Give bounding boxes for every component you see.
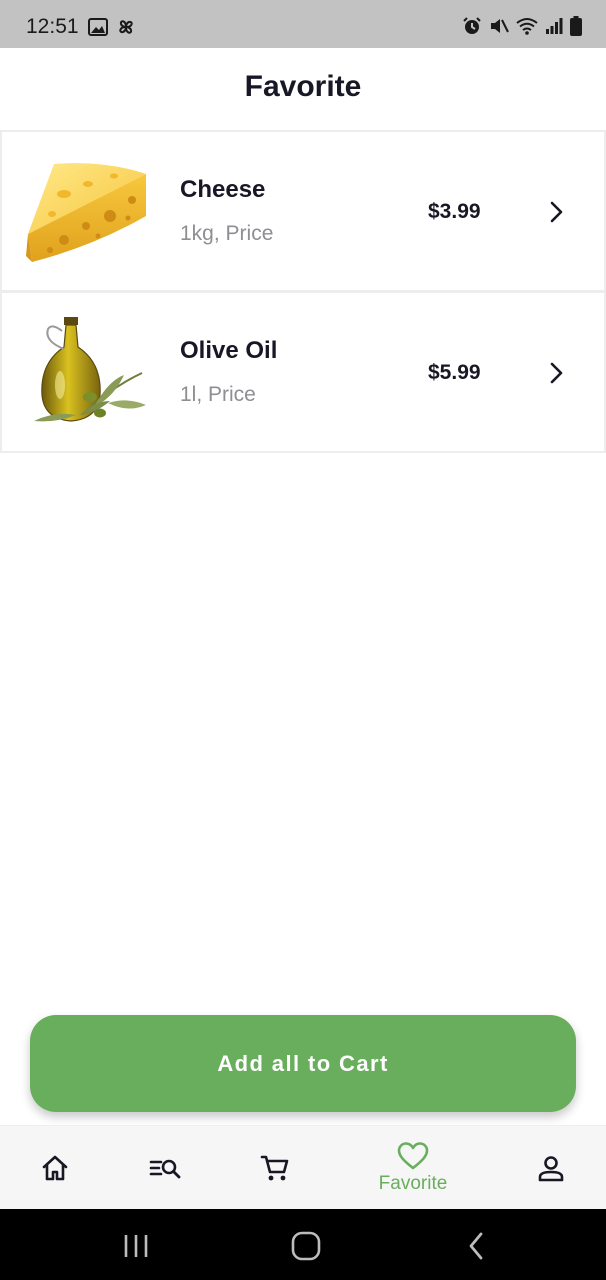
- item-name: Cheese: [180, 176, 266, 203]
- cheese-image: [26, 163, 146, 262]
- home-circle-icon[interactable]: [290, 1230, 322, 1262]
- nav-item-account[interactable]: [526, 1126, 576, 1210]
- image-icon: [88, 18, 108, 36]
- back-icon[interactable]: [464, 1231, 488, 1261]
- item-detail: 1l, Price: [180, 383, 256, 406]
- nav-item-cart[interactable]: [250, 1126, 300, 1210]
- battery-icon: [570, 16, 582, 36]
- nav-item-home[interactable]: [30, 1126, 80, 1210]
- page-title: Favorite: [244, 70, 362, 103]
- bottom-nav: Favorite: [0, 1125, 606, 1209]
- status-time: 12:51: [26, 15, 79, 38]
- heart-icon: [397, 1142, 429, 1170]
- favorite-item-olive-oil[interactable]: Olive Oil 1l, Price $5.99: [0, 291, 606, 453]
- pinwheel-icon: [119, 20, 133, 34]
- search-list-icon: [149, 1159, 181, 1179]
- item-price: $5.99: [428, 361, 481, 384]
- favorites-list: Cheese 1kg, Price $3.99 Olive Oil 1l, Pr…: [0, 130, 606, 453]
- home-icon: [42, 1155, 68, 1181]
- alarm-icon: [463, 17, 481, 34]
- account-icon: [538, 1156, 564, 1182]
- olive-oil-image: [34, 317, 146, 422]
- item-price: $3.99: [428, 200, 481, 223]
- item-name: Olive Oil: [180, 337, 278, 364]
- nav-item-favorite[interactable]: Favorite: [362, 1126, 464, 1210]
- cart-icon: [260, 1155, 289, 1181]
- item-detail: 1kg, Price: [180, 222, 274, 245]
- android-nav-bar: [0, 1209, 606, 1280]
- wifi-icon: [516, 18, 538, 35]
- status-right-icons: [462, 16, 582, 36]
- nav-label-favorite: Favorite: [378, 1173, 448, 1194]
- add-all-to-cart-label: Add all to Cart: [217, 1051, 389, 1076]
- chevron-right-icon[interactable]: [542, 359, 570, 387]
- nav-item-explore[interactable]: [140, 1126, 190, 1210]
- chevron-right-icon[interactable]: [542, 198, 570, 226]
- favorite-item-cheese[interactable]: Cheese 1kg, Price $3.99: [0, 130, 606, 292]
- signal-icon: [546, 18, 563, 34]
- mute-icon: [491, 19, 509, 33]
- status-left-icons: [88, 17, 136, 37]
- recent-apps-icon[interactable]: [120, 1233, 152, 1259]
- header: Favorite: [0, 48, 606, 130]
- status-bar: 12:51: [0, 0, 606, 48]
- add-all-to-cart-button[interactable]: Add all to Cart: [30, 1015, 576, 1112]
